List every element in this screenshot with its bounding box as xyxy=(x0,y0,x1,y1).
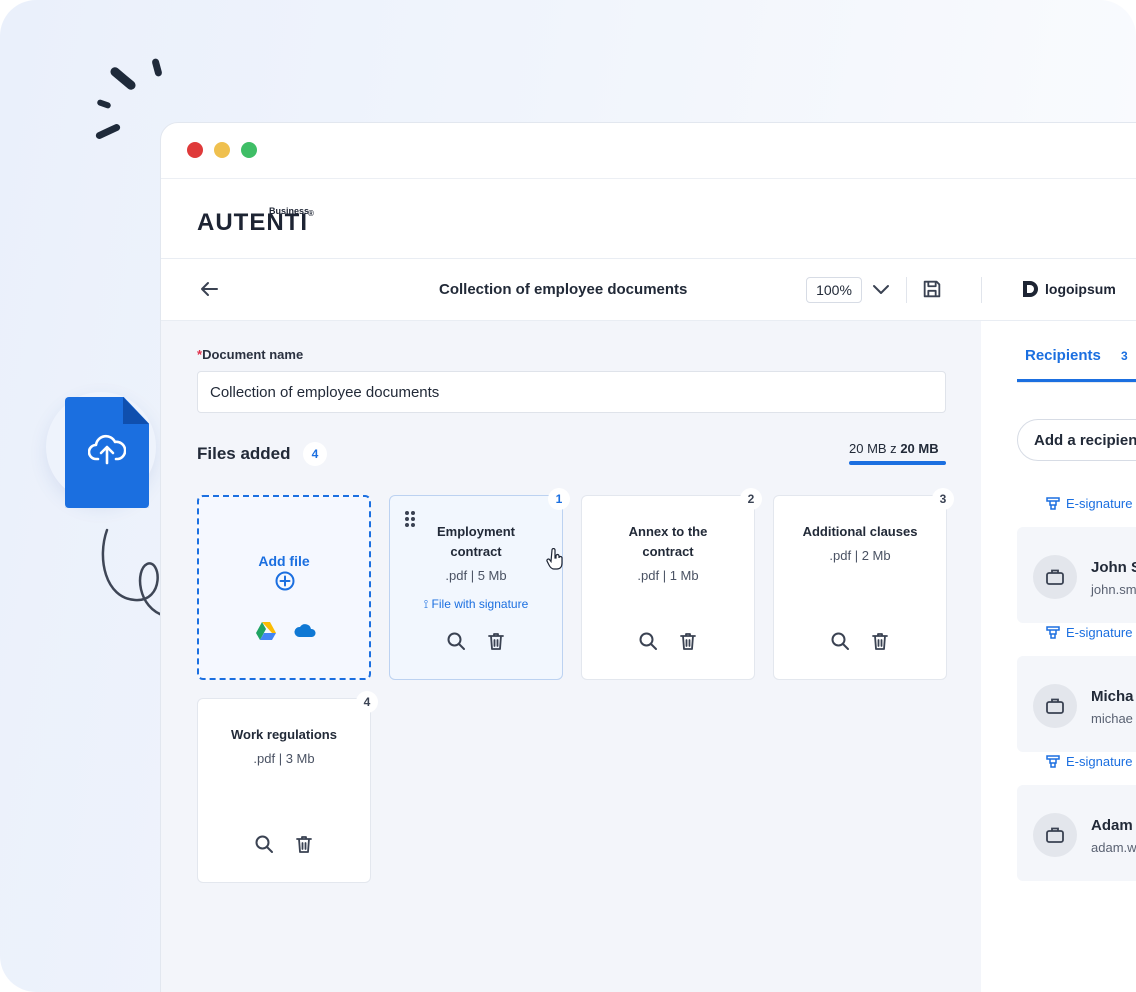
e-signature-tag: E-signature xyxy=(1045,495,1132,511)
recipient-card[interactable]: Adam adam.w xyxy=(1017,785,1136,881)
storage-total: 20 MB xyxy=(900,441,939,456)
file-title: Employment contract xyxy=(436,524,515,559)
document-name-input[interactable] xyxy=(197,371,946,413)
file-title: Work regulations xyxy=(231,727,337,742)
avatar xyxy=(1033,555,1077,599)
document-title: Collection of employee documents xyxy=(439,281,688,298)
file-title: Annex to the contract xyxy=(628,524,708,559)
trash-icon[interactable] xyxy=(678,631,698,651)
preview-search-icon[interactable] xyxy=(638,631,658,651)
trash-icon[interactable] xyxy=(486,631,506,651)
recipient-name: Adam xyxy=(1091,817,1133,834)
trash-icon[interactable] xyxy=(294,834,314,854)
add-file-label: Add file xyxy=(258,553,310,569)
maximize-window-button[interactable] xyxy=(241,142,257,158)
file-actions xyxy=(198,834,370,854)
save-icon[interactable] xyxy=(921,278,943,300)
recipient-card[interactable]: Micha michae xyxy=(1017,656,1136,752)
recipient-name: Micha xyxy=(1091,688,1134,705)
close-window-button[interactable] xyxy=(187,142,203,158)
e-signature-label: E-signature xyxy=(1066,624,1133,640)
file-order-badge: 4 xyxy=(356,691,378,713)
document-editor: *Document name Files added 4 20 MB z 20 … xyxy=(161,321,981,992)
file-card[interactable]: 2 Annex to the contract .pdf | 1 Mb xyxy=(581,488,762,680)
file-meta: .pdf | 3 Mb xyxy=(253,751,315,766)
file-actions xyxy=(582,631,754,651)
file-card[interactable]: 1 Employment contract .pdf | 5 Mb ⟟ File… xyxy=(389,488,570,680)
file-title: Additional clauses xyxy=(802,524,918,539)
partner-logo: logoipsum xyxy=(1021,279,1116,299)
file-card[interactable]: 4 Work regulations .pdf | 3 Mb xyxy=(197,691,378,883)
files-count-badge: 4 xyxy=(303,442,327,466)
trash-icon[interactable] xyxy=(870,631,890,651)
add-recipient-button[interactable]: Add a recipien xyxy=(1017,419,1136,461)
signature-type-icon xyxy=(1046,626,1060,639)
back-arrow-icon[interactable] xyxy=(197,277,221,301)
recipient-email: michae xyxy=(1091,711,1133,726)
recipients-count: 3 xyxy=(1121,349,1128,363)
tab-divider xyxy=(1017,382,1136,383)
e-signature-label: E-signature xyxy=(1066,753,1133,769)
file-signature-label: File with signature xyxy=(431,597,529,611)
signature-type-icon xyxy=(1046,497,1060,510)
recipient-email: john.sm xyxy=(1091,582,1136,597)
file-order-badge: 3 xyxy=(932,488,954,510)
briefcase-icon xyxy=(1046,827,1064,843)
file-order-badge: 1 xyxy=(548,488,570,510)
partner-logo-text: logoipsum xyxy=(1045,281,1116,297)
brand-bar: Business AUTENTI® xyxy=(161,179,1136,259)
file-card[interactable]: 3 Additional clauses .pdf | 2 Mb xyxy=(773,488,954,680)
brand-name: AUTENTI xyxy=(197,209,308,236)
toolbar-divider xyxy=(906,277,907,303)
document-name-label-text: Document name xyxy=(202,347,304,362)
file-meta: .pdf | 2 Mb xyxy=(829,548,891,563)
recipient-name: John S xyxy=(1091,559,1136,576)
preview-search-icon[interactable] xyxy=(254,834,274,854)
preview-search-icon[interactable] xyxy=(446,631,466,651)
file-signature-status: ⟟ File with signature xyxy=(390,597,562,612)
onedrive-icon[interactable] xyxy=(293,623,317,639)
files-section-title: Files added xyxy=(197,444,291,463)
logo-mark-icon xyxy=(1023,281,1038,297)
window-titlebar xyxy=(161,123,1136,179)
recipient-email: adam.w xyxy=(1091,840,1136,855)
briefcase-icon xyxy=(1046,698,1064,714)
brand-logo[interactable]: AUTENTI® xyxy=(197,209,315,237)
google-drive-icon[interactable] xyxy=(255,621,277,641)
avatar xyxy=(1033,684,1077,728)
e-signature-tag: E-signature xyxy=(1045,753,1132,769)
storage-progress-bar xyxy=(849,461,946,465)
storage-used: 20 MB z xyxy=(849,441,897,456)
drag-handle-icon[interactable] xyxy=(404,510,416,528)
avatar xyxy=(1033,813,1077,857)
add-file-dropzone[interactable]: Add file xyxy=(197,495,371,680)
file-order-badge: 2 xyxy=(740,488,762,510)
briefcase-icon xyxy=(1046,569,1064,585)
tab-recipients[interactable]: Recipients xyxy=(1025,347,1101,364)
brand-reg-mark: ® xyxy=(308,209,315,218)
app-window: Business AUTENTI® Collection of employee… xyxy=(160,122,1136,992)
signature-icon: ⟟ xyxy=(423,597,432,611)
recipients-panel: Recipients 3 Add a recipien E-signature … xyxy=(981,321,1136,992)
document-toolbar: Collection of employee documents 100% lo… xyxy=(161,259,1136,321)
signature-type-icon xyxy=(1046,755,1060,768)
zoom-level[interactable]: 100% xyxy=(806,277,862,303)
file-meta: .pdf | 5 Mb xyxy=(445,568,507,583)
active-tab-indicator xyxy=(1017,379,1136,382)
plus-circle-icon[interactable] xyxy=(275,571,295,591)
minimize-window-button[interactable] xyxy=(214,142,230,158)
file-meta: .pdf | 1 Mb xyxy=(637,568,699,583)
file-actions xyxy=(390,631,562,651)
file-actions xyxy=(774,631,946,651)
preview-search-icon[interactable] xyxy=(830,631,850,651)
hand-cursor-icon xyxy=(546,548,563,570)
cloud-upload-icon xyxy=(88,434,126,465)
chevron-down-icon[interactable] xyxy=(869,277,893,301)
document-name-label: *Document name xyxy=(197,347,303,362)
recipient-card[interactable]: John S john.sm xyxy=(1017,527,1136,623)
storage-usage: 20 MB z 20 MB xyxy=(849,441,939,456)
toolbar-divider xyxy=(981,277,982,303)
e-signature-tag: E-signature xyxy=(1045,624,1132,640)
e-signature-label: E-signature xyxy=(1066,495,1133,511)
